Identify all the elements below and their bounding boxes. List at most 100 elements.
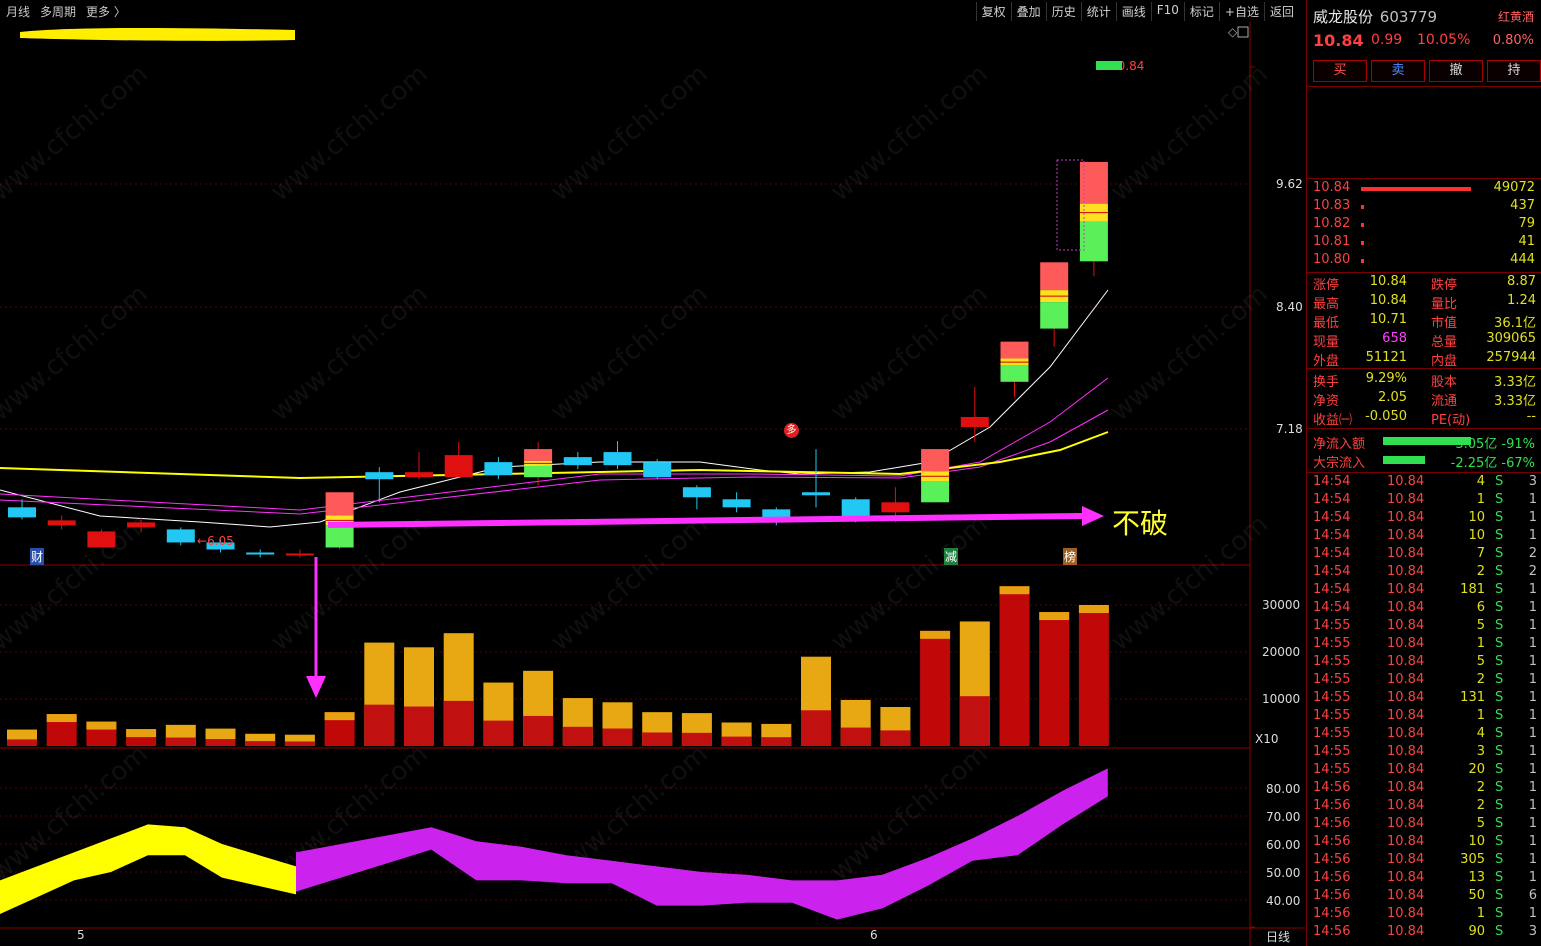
tick-time: 14:54 [1313,564,1351,579]
divider [1307,272,1541,273]
tick-row[interactable]: 14:55 10.84 1 S 1 [1313,636,1537,654]
tick-row[interactable]: 14:55 10.84 2 S 1 [1313,672,1537,690]
draw-button[interactable]: 画线 [1115,2,1151,21]
tick-count: 1 [1528,906,1537,921]
stats-button[interactable]: 统计 [1080,2,1116,21]
candle-body [1040,302,1069,329]
marker-cai[interactable]: 财 [30,548,45,565]
tick-price: 10.84 [1387,636,1425,651]
kline-chart[interactable]: www.cfchi.com www.cfchi.com www.cfchi.com w… [0,22,1305,946]
tick-count: 1 [1528,870,1537,885]
tick-volume: 90 [1468,924,1485,939]
tick-price: 10.84 [1387,510,1425,525]
divider [1307,472,1541,473]
more-menu[interactable]: 更多 〉 [86,3,126,20]
volume-bar-base [364,704,395,746]
tick-row[interactable]: 14:54 10.84 2 S 2 [1313,564,1537,582]
tick-row[interactable]: 14:55 10.84 4 S 1 [1313,726,1537,744]
tick-row[interactable]: 14:56 10.84 1 S 1 [1313,906,1537,924]
tick-row[interactable]: 14:54 10.84 4 S 3 [1313,474,1537,492]
tick-row[interactable]: 14:55 10.84 3 S 1 [1313,744,1537,762]
order-price: 10.82 [1313,216,1351,231]
tick-row[interactable]: 14:55 10.84 20 S 1 [1313,762,1537,780]
tick-count: 1 [1528,618,1537,633]
hold-button[interactable]: 持 [1487,60,1541,82]
cancel-button[interactable]: 撤 [1429,60,1483,82]
tick-price: 10.84 [1387,564,1425,579]
stat-label: 股本 [1431,375,1458,390]
tick-row[interactable]: 14:56 10.84 5 S 1 [1313,816,1537,834]
tick-count: 1 [1528,726,1537,741]
candle-body [484,462,513,476]
sell-button[interactable]: 卖 [1371,60,1425,82]
order-volume: 41 [1518,234,1535,249]
order-row[interactable]: 10.82 79 [1313,216,1535,234]
kline-chart-area[interactable]: www.cfchi.com www.cfchi.com www.cfchi.com w… [0,22,1305,946]
history-button[interactable]: 历史 [1045,2,1081,21]
tick-side: S [1495,816,1504,831]
f10-button[interactable]: F10 [1150,2,1184,21]
tick-row[interactable]: 14:54 10.84 181 S 1 [1313,582,1537,600]
tick-count: 1 [1528,510,1537,525]
tick-row[interactable]: 14:56 10.84 50 S 6 [1313,888,1537,906]
tick-row[interactable]: 14:56 10.84 305 S 1 [1313,852,1537,870]
tick-count: 1 [1528,492,1537,507]
tick-row[interactable]: 14:54 10.84 7 S 2 [1313,546,1537,564]
marker-bang[interactable]: 榜 [1063,548,1078,565]
adjust-button[interactable]: 复权 [975,2,1011,21]
tick-volume: 7 [1476,546,1485,561]
tick-row[interactable]: 14:54 10.84 10 S 1 [1313,510,1537,528]
tick-count: 1 [1528,762,1537,777]
tick-time: 14:55 [1313,672,1351,687]
order-row[interactable]: 10.80 444 [1313,252,1535,270]
tick-count: 1 [1528,636,1537,651]
tick-volume: 13 [1468,870,1485,885]
volume-bar [1078,605,1109,746]
back-button[interactable]: 返回 [1263,2,1299,21]
tick-count: 1 [1528,708,1537,723]
add-watchlist-button[interactable]: +自选 [1218,2,1264,21]
tick-volume: 10 [1468,528,1485,543]
tick-row[interactable]: 14:55 10.84 5 S 1 [1313,618,1537,636]
low-label: ←6.05 [197,534,234,548]
tick-row[interactable]: 14:55 10.84 1 S 1 [1313,708,1537,726]
tick-price: 10.84 [1387,546,1425,561]
mark-button[interactable]: 标记 [1183,2,1219,21]
ind-tick: 80.00 [1266,782,1301,796]
order-row[interactable]: 10.81 41 [1313,234,1535,252]
tick-row[interactable]: 14:56 10.84 2 S 1 [1313,780,1537,798]
sector-tag[interactable]: 红黄酒 [1498,8,1534,25]
candle-body [563,457,592,466]
order-row[interactable]: 10.84 49072 [1313,180,1535,198]
multi-period-tab[interactable]: 多周期 [40,3,76,20]
candle-body [1040,262,1069,291]
volume-bar-base [642,732,673,746]
stock-code: 603779 [1379,8,1438,26]
monthly-tab[interactable]: 月线 [6,3,30,20]
stat-value: -0.050 [1365,409,1407,424]
period-label[interactable]: 日线 [1266,928,1290,945]
tick-row[interactable]: 14:54 10.84 10 S 1 [1313,528,1537,546]
order-row[interactable]: 10.83 437 [1313,198,1535,216]
tick-row[interactable]: 14:54 10.84 1 S 1 [1313,492,1537,510]
tick-row[interactable]: 14:56 10.84 2 S 1 [1313,798,1537,816]
overlay-button[interactable]: 叠加 [1010,2,1046,21]
tick-row[interactable]: 14:56 10.84 90 S 3 [1313,924,1537,942]
buy-button[interactable]: 买 [1313,60,1367,82]
stat-value: 2.05 [1378,390,1407,405]
tick-row[interactable]: 14:56 10.84 13 S 1 [1313,870,1537,888]
tick-volume: 4 [1476,726,1485,741]
marker-duo[interactable]: 多 [784,423,799,438]
candle-body [325,525,354,548]
ind-tick: 40.00 [1266,894,1301,908]
tick-row[interactable]: 14:56 10.84 10 S 1 [1313,834,1537,852]
tick-row[interactable]: 14:55 10.84 131 S 1 [1313,690,1537,708]
tick-row[interactable]: 14:54 10.84 6 S 1 [1313,600,1537,618]
flow-value: -3.05亿 -91% [1450,437,1535,452]
tick-row[interactable]: 14:55 10.84 5 S 1 [1313,654,1537,672]
marker-jian[interactable]: 减 [944,548,959,565]
diamond-icon[interactable]: ◇ [1228,25,1238,39]
period-menu: 月线 多周期 更多 〉 [6,3,126,20]
candle-body [166,529,195,543]
x-label-5: 5 [77,928,85,942]
